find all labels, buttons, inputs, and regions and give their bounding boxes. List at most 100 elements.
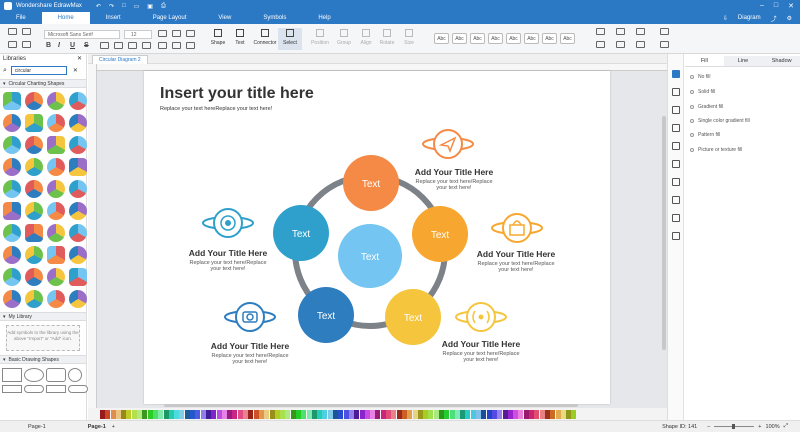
color-swatch[interactable] [338, 409, 344, 419]
rounded-rect-shape[interactable] [46, 368, 66, 382]
color-swatch[interactable] [158, 409, 164, 419]
print-icon[interactable]: ⎙ [161, 3, 166, 10]
new-icon[interactable]: □ [122, 3, 126, 10]
color-swatch[interactable] [327, 409, 333, 419]
circular-shape-thumbnail[interactable] [25, 290, 43, 308]
share-icon[interactable]: ⤴ [771, 14, 777, 23]
tab-view[interactable]: View [202, 12, 247, 24]
underline-button[interactable]: U [70, 42, 75, 49]
circle-shape[interactable] [68, 368, 82, 382]
ellipse-shape[interactable] [24, 368, 44, 382]
tab-fill[interactable]: Fill [685, 56, 724, 66]
color-swatch[interactable] [481, 409, 487, 419]
style-swatch[interactable]: Abc [488, 33, 503, 44]
callout-text[interactable]: Add Your Title Here Replace your text he… [174, 248, 282, 272]
fill-icon[interactable] [596, 28, 605, 35]
data-icon[interactable] [672, 196, 680, 204]
color-swatch[interactable] [444, 409, 450, 419]
search-clear-icon[interactable]: ✕ [73, 67, 78, 74]
style-swatch[interactable]: Abc [560, 33, 575, 44]
save-icon[interactable]: ▣ [147, 3, 153, 10]
tab-help[interactable]: Help [302, 12, 346, 24]
color-swatch[interactable] [354, 409, 360, 419]
color-swatch[interactable] [168, 409, 174, 419]
circular-shape-thumbnail[interactable] [69, 290, 87, 308]
format-icon[interactable] [636, 41, 645, 48]
tab-file[interactable]: File [0, 12, 42, 24]
diagram-node[interactable]: Text [385, 289, 441, 345]
section-circular-charting[interactable]: ▾ Circular Charting Shapes [0, 79, 86, 88]
diagram-node[interactable]: Text [298, 287, 354, 343]
section-my-library[interactable]: ▾ My Library [0, 312, 86, 321]
find-icon[interactable] [660, 28, 669, 35]
maximize-icon[interactable]: □ [774, 2, 778, 10]
circular-shape-thumbnail[interactable] [25, 92, 43, 110]
color-swatch[interactable] [428, 409, 434, 419]
color-swatch[interactable] [322, 409, 328, 419]
callout-text[interactable]: Add Your Title Here Replace your text he… [196, 341, 304, 365]
color-swatch[interactable] [518, 409, 524, 419]
zoom-in-icon[interactable]: + [758, 424, 761, 430]
strikethrough-button[interactable]: S [84, 42, 89, 49]
color-swatch[interactable] [555, 409, 561, 419]
color-swatch[interactable] [258, 409, 264, 419]
open-icon[interactable]: ▭ [134, 3, 140, 10]
color-swatch[interactable] [274, 409, 280, 419]
decrease-font-icon[interactable] [172, 30, 181, 37]
circular-shape-thumbnail[interactable] [47, 246, 65, 264]
diagram-node[interactable]: Text [412, 206, 468, 262]
drawing-page[interactable]: Insert your title here Replace your text… [144, 71, 610, 404]
fill-option[interactable]: Pattern fill [690, 132, 720, 138]
download-icon[interactable]: ⇩ [723, 15, 728, 22]
image-icon[interactable] [672, 106, 680, 114]
circular-shape-thumbnail[interactable] [69, 136, 87, 154]
style-swatch[interactable]: Abc [542, 33, 557, 44]
broadcast-icon[interactable] [455, 302, 507, 332]
color-swatch[interactable] [115, 409, 121, 419]
circular-shape-thumbnail[interactable] [47, 114, 65, 132]
tab-symbols[interactable]: Symbols [247, 12, 302, 24]
connector-tool[interactable]: Connector [251, 28, 279, 50]
color-swatch[interactable] [449, 409, 455, 419]
circular-shape-thumbnail[interactable] [3, 180, 21, 198]
bullets-icon[interactable] [128, 42, 137, 49]
color-swatch[interactable] [100, 409, 105, 419]
color-swatch[interactable] [454, 409, 460, 419]
paste-icon[interactable] [8, 41, 17, 48]
circular-shape-thumbnail[interactable] [3, 202, 21, 220]
style-swatch[interactable]: Abc [470, 33, 485, 44]
rectangle-shape[interactable] [2, 368, 22, 382]
chart-icon[interactable] [672, 160, 680, 168]
redo-icon[interactable]: ↷ [109, 3, 114, 10]
add-page-icon[interactable]: + [112, 424, 115, 430]
terminator-shape[interactable] [24, 385, 44, 393]
tab-shadow[interactable]: Shadow [762, 56, 800, 66]
circular-shape-thumbnail[interactable] [47, 268, 65, 286]
tab-line[interactable]: Line [724, 56, 763, 66]
circular-shape-thumbnail[interactable] [25, 202, 43, 220]
circular-shape-thumbnail[interactable] [25, 246, 43, 264]
color-swatch[interactable] [142, 409, 148, 419]
color-swatch[interactable] [476, 409, 482, 419]
vertical-scrollbar[interactable] [662, 116, 666, 350]
position-tool[interactable]: Position [308, 28, 332, 50]
shape-tool[interactable]: Shape [206, 28, 230, 50]
color-swatch[interactable] [295, 409, 301, 419]
circular-shape-thumbnail[interactable] [25, 268, 43, 286]
page-selector[interactable]: Page-1 [28, 424, 46, 430]
circular-shape-thumbnail[interactable] [25, 180, 43, 198]
line-spacing-icon[interactable] [172, 42, 181, 49]
process-shape[interactable] [2, 385, 22, 393]
circular-shape-thumbnail[interactable] [47, 180, 65, 198]
paper-plane-icon[interactable] [422, 129, 474, 159]
circular-shape-thumbnail[interactable] [69, 114, 87, 132]
style-swatch[interactable]: Abc [452, 33, 467, 44]
fill-option[interactable]: No fill [690, 74, 711, 80]
fit-page-icon[interactable]: ⤢ [784, 423, 788, 430]
color-swatch[interactable] [560, 409, 566, 419]
format-painter-icon[interactable] [22, 41, 31, 48]
circular-shape-thumbnail[interactable] [25, 158, 43, 176]
color-swatch[interactable] [195, 409, 201, 419]
color-swatch[interactable] [232, 409, 238, 419]
color-swatch[interactable] [439, 409, 444, 419]
